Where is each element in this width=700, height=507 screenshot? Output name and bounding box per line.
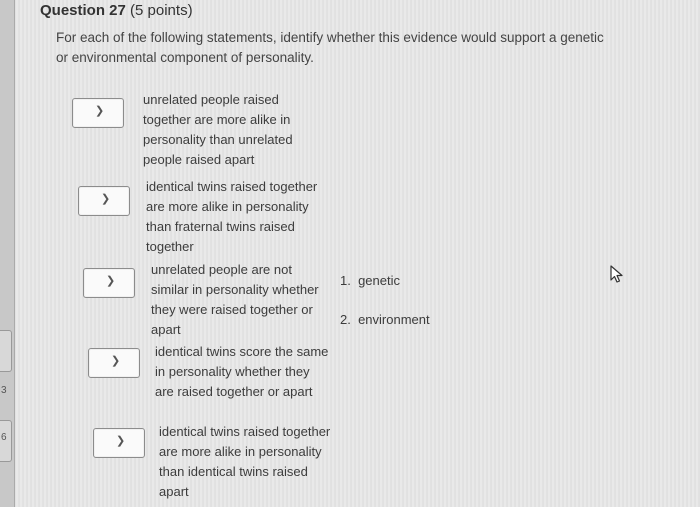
option-number: 1. (340, 273, 351, 288)
question-prompt: For each of the following statements, id… (56, 30, 604, 65)
answer-dropdown-1[interactable]: ❯ (72, 98, 124, 128)
statement-5: identical twins raised together are more… (159, 424, 331, 499)
option-1: 1. genetic (340, 273, 400, 288)
statement-1: unrelated people raised together are mor… (143, 92, 293, 167)
question-number: Question 27 (40, 2, 126, 19)
answer-dropdown-2[interactable]: ❯ (78, 186, 130, 216)
statement-2: identical twins raised together are more… (146, 179, 318, 254)
question-title: Question 27 (5 points) (40, 2, 193, 19)
chevron-down-icon: ❯ (101, 193, 111, 205)
answer-dropdown-3[interactable]: ❯ (83, 268, 135, 298)
question-points: (5 points) (130, 2, 193, 19)
left-edge-strip: 3 6 (0, 0, 15, 507)
chevron-down-icon: ❯ (95, 105, 105, 117)
option-label: environment (358, 312, 430, 327)
statement-4: identical twins score the same in person… (155, 344, 329, 399)
chevron-down-icon: ❯ (116, 435, 126, 447)
chevron-down-icon: ❯ (111, 355, 121, 367)
answer-dropdown-4[interactable]: ❯ (88, 348, 140, 378)
option-2: 2. environment (340, 312, 430, 327)
chevron-down-icon: ❯ (106, 275, 116, 287)
edge-mark: 3 (1, 385, 7, 396)
edge-tab (0, 330, 12, 372)
option-number: 2. (340, 312, 351, 327)
edge-mark: 6 (1, 432, 7, 443)
option-label: genetic (358, 273, 400, 288)
pointer-cursor-icon (610, 265, 623, 283)
answer-dropdown-5[interactable]: ❯ (93, 428, 145, 458)
statement-3: unrelated people are not similar in pers… (151, 262, 319, 337)
